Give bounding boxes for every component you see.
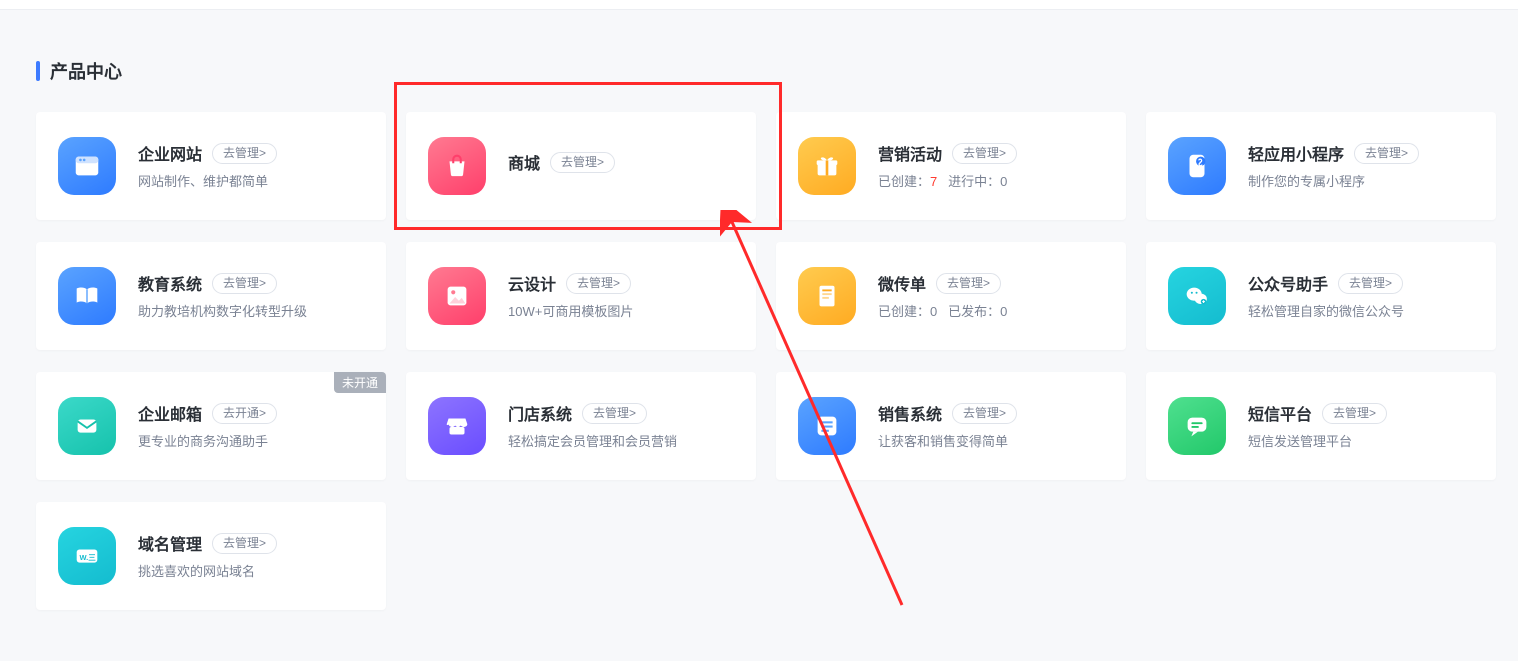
card-title: 公众号助手: [1248, 271, 1328, 295]
page-icon: [798, 267, 856, 325]
card-title: 云设计: [508, 271, 556, 295]
card-mail[interactable]: 未开通 企业邮箱 去开通> 更专业的商务沟通助手: [36, 372, 386, 480]
card-domain[interactable]: W.三 域名管理 去管理> 挑选喜欢的网站域名: [36, 502, 386, 610]
top-banner: [0, 0, 1518, 10]
section-header: 产品中心: [36, 58, 1482, 84]
manage-button[interactable]: 去管理>: [550, 152, 615, 173]
manage-button[interactable]: 去管理>: [936, 273, 1001, 294]
shopping-bag-icon: [428, 137, 486, 195]
card-title: 商城: [508, 150, 540, 174]
card-subtitle: 10W+可商用模板图片: [508, 303, 736, 321]
card-title: 微传单: [878, 271, 926, 295]
card-subtitle: 轻松管理自家的微信公众号: [1248, 303, 1476, 321]
card-subtitle: 挑选喜欢的网站域名: [138, 563, 366, 581]
card-website[interactable]: 企业网站 去管理> 网站制作、维护都简单: [36, 112, 386, 220]
card-sms[interactable]: 短信平台 去管理> 短信发送管理平台: [1146, 372, 1496, 480]
card-subtitle: 助力教培机构数字化转型升级: [138, 303, 366, 321]
section-title-text: 产品中心: [50, 58, 122, 84]
card-education[interactable]: 教育系统 去管理> 助力教培机构数字化转型升级: [36, 242, 386, 350]
card-title: 门店系统: [508, 401, 572, 425]
card-flyer[interactable]: 微传单 去管理> 已创建：0 已发布：0: [776, 242, 1126, 350]
sms-icon: [1168, 397, 1226, 455]
mail-icon: [58, 397, 116, 455]
card-title: 教育系统: [138, 271, 202, 295]
card-design[interactable]: 云设计 去管理> 10W+可商用模板图片: [406, 242, 756, 350]
manage-button[interactable]: 去管理>: [1338, 273, 1403, 294]
manage-button[interactable]: 去管理>: [212, 273, 277, 294]
created-label: 已创建：: [878, 174, 930, 189]
card-title: 销售系统: [878, 401, 942, 425]
card-title: 轻应用小程序: [1248, 141, 1344, 165]
gift-icon: [798, 137, 856, 195]
created-value: 7: [930, 174, 937, 189]
card-stats: 已创建：7 进行中：0: [878, 173, 1106, 191]
manage-button[interactable]: 去管理>: [952, 143, 1017, 164]
manage-button[interactable]: 去管理>: [1322, 403, 1387, 424]
card-subtitle: 制作您的专属小程序: [1248, 173, 1476, 191]
card-subtitle: 让获客和销售变得简单: [878, 433, 1106, 451]
published-label: 已发布：: [948, 304, 1000, 319]
created-label: 已创建：: [878, 304, 930, 319]
card-title: 短信平台: [1248, 401, 1312, 425]
card-title: 企业网站: [138, 141, 202, 165]
card-wechat-oa[interactable]: 公众号助手 去管理> 轻松管理自家的微信公众号: [1146, 242, 1496, 350]
list-icon: [798, 397, 856, 455]
miniprogram-icon: [1168, 137, 1226, 195]
inactive-badge: 未开通: [334, 372, 386, 393]
image-icon: [428, 267, 486, 325]
product-center-section: 产品中心 企业网站 去管理> 网站制作、维护都简单 商城: [0, 10, 1518, 610]
card-title: 域名管理: [138, 531, 202, 555]
published-value: 0: [1000, 304, 1007, 319]
browser-window-icon: [58, 137, 116, 195]
accent-bar: [36, 61, 40, 81]
card-title: 营销活动: [878, 141, 942, 165]
manage-button[interactable]: 去管理>: [212, 143, 277, 164]
card-miniapp[interactable]: 轻应用小程序 去管理> 制作您的专属小程序: [1146, 112, 1496, 220]
manage-button[interactable]: 去管理>: [566, 273, 631, 294]
card-subtitle: 更专业的商务沟通助手: [138, 433, 366, 451]
card-store[interactable]: 门店系统 去管理> 轻松搞定会员管理和会员营销: [406, 372, 756, 480]
wechat-icon: [1168, 267, 1226, 325]
manage-button[interactable]: 去管理>: [582, 403, 647, 424]
open-button[interactable]: 去开通>: [212, 403, 277, 424]
running-label: 进行中：: [948, 174, 1000, 189]
created-value: 0: [930, 304, 937, 319]
card-title: 企业邮箱: [138, 401, 202, 425]
svg-text:W.三: W.三: [80, 553, 97, 562]
card-subtitle: 短信发送管理平台: [1248, 433, 1476, 451]
manage-button[interactable]: 去管理>: [212, 533, 277, 554]
running-value: 0: [1000, 174, 1007, 189]
domain-icon: W.三: [58, 527, 116, 585]
card-subtitle: 轻松搞定会员管理和会员营销: [508, 433, 736, 451]
card-marketing[interactable]: 营销活动 去管理> 已创建：7 进行中：0: [776, 112, 1126, 220]
card-shop[interactable]: 商城 去管理>: [406, 112, 756, 220]
storefront-icon: [428, 397, 486, 455]
card-subtitle: 网站制作、维护都简单: [138, 173, 366, 191]
manage-button[interactable]: 去管理>: [952, 403, 1017, 424]
card-stats: 已创建：0 已发布：0: [878, 303, 1106, 321]
manage-button[interactable]: 去管理>: [1354, 143, 1419, 164]
book-icon: [58, 267, 116, 325]
card-sales[interactable]: 销售系统 去管理> 让获客和销售变得简单: [776, 372, 1126, 480]
cards-grid: 企业网站 去管理> 网站制作、维护都简单 商城 去管理>: [36, 112, 1482, 610]
